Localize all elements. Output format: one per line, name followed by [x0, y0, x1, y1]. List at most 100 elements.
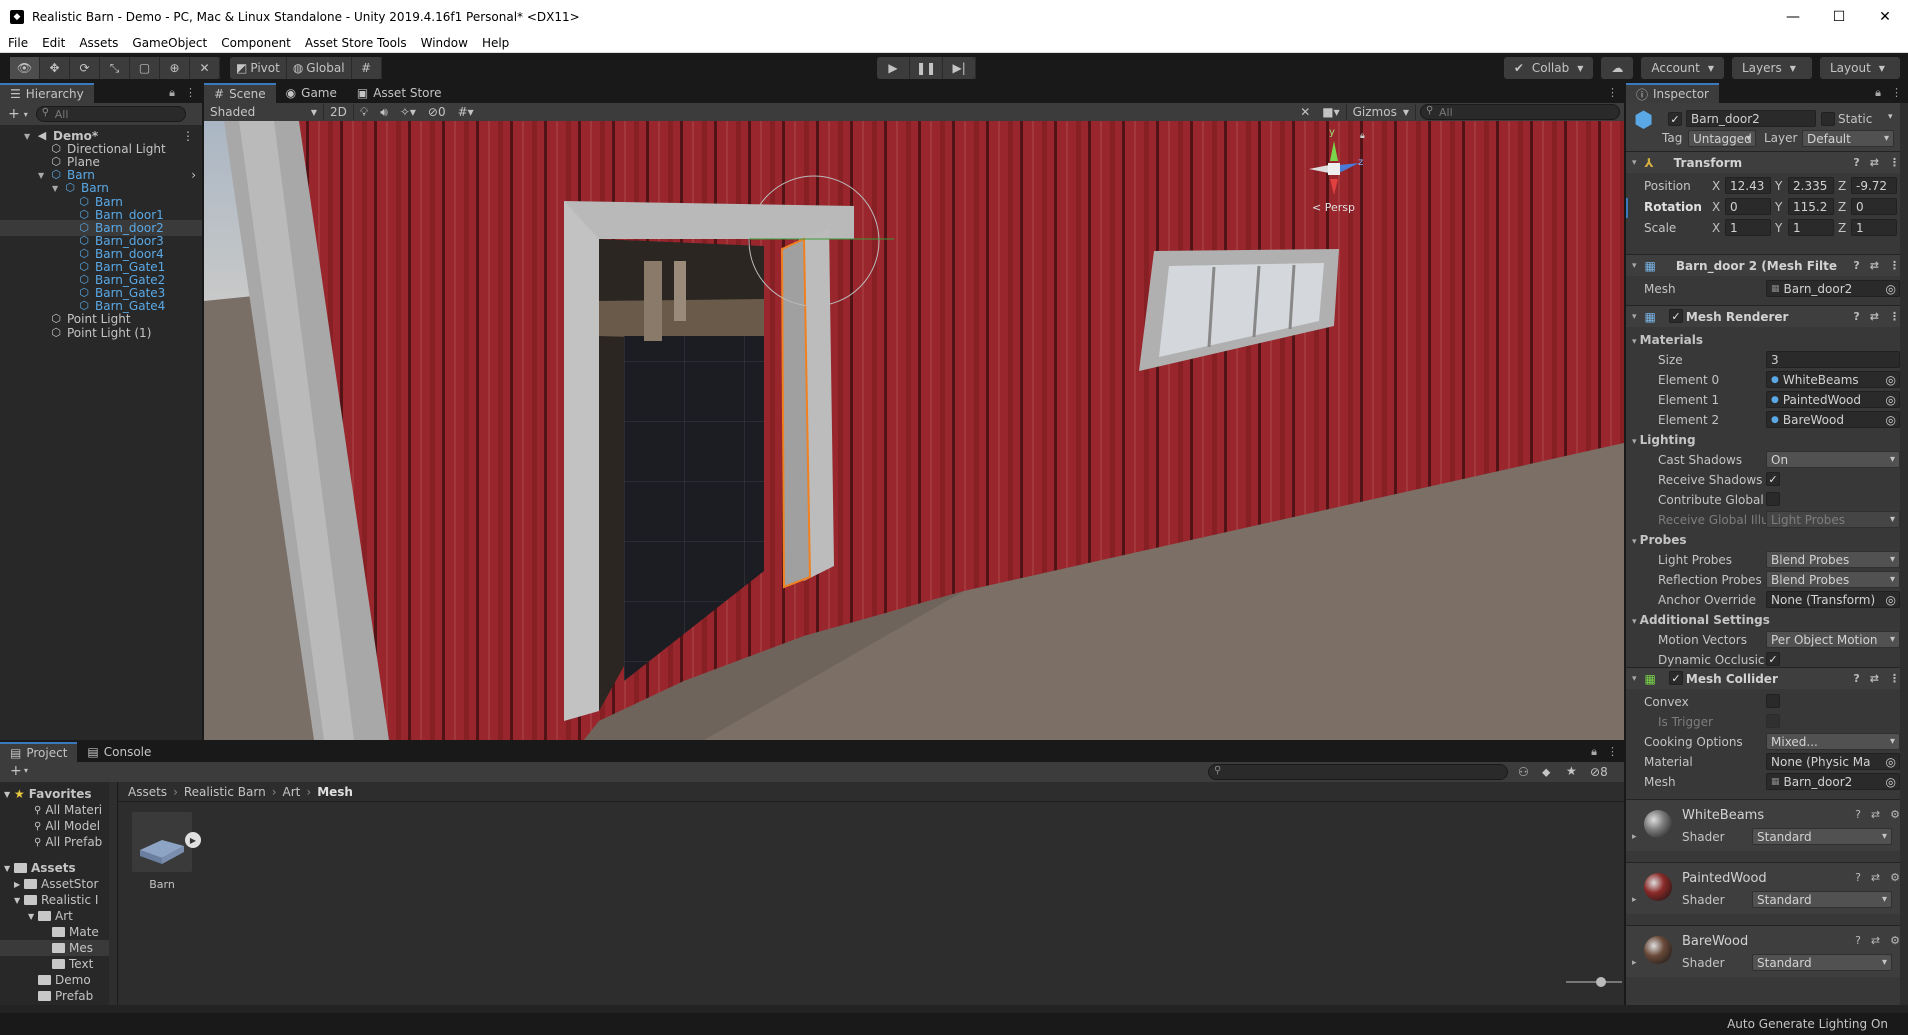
project-folder-item[interactable]: Prefab — [0, 988, 117, 1004]
menu-gameobject[interactable]: GameObject — [132, 36, 207, 50]
project-folder-item[interactable]: ▶ AssetStor — [0, 876, 117, 892]
project-folder-item[interactable]: Mate — [0, 924, 117, 940]
kebab-menu-icon[interactable]: ⋮ — [1607, 86, 1618, 99]
tree-scrollbar[interactable] — [109, 782, 117, 1005]
tab-hierarchy[interactable]: ☰ Hierarchy — [0, 83, 94, 103]
target-icon[interactable]: ◎ — [1885, 372, 1896, 387]
section-materials[interactable]: Materials — [1632, 333, 1703, 347]
kebab-menu-icon[interactable]: ⋮ — [185, 86, 196, 100]
tab-asset-store[interactable]: ▣ Asset Store — [347, 83, 452, 103]
rect-tool-icon[interactable]: ▢ — [130, 57, 160, 79]
position-y-field[interactable]: 2.335 — [1788, 177, 1834, 194]
favorites-header[interactable]: ▼ ★ Favorites — [0, 786, 117, 802]
expand-arrow-icon[interactable]: ▼ — [38, 171, 50, 180]
material-preview-row[interactable]: ▸ PaintedWood? ⇄ ⚙ Shader Standard — [1626, 862, 1908, 914]
minimize-button[interactable]: — — [1770, 0, 1816, 33]
menu-assets[interactable]: Assets — [79, 36, 118, 50]
target-icon[interactable]: ◎ — [1885, 592, 1896, 607]
kebab-menu-icon[interactable]: ⋮ — [1891, 86, 1902, 100]
hand-tool-eye-icon[interactable]: 👁 — [10, 57, 40, 79]
preset-icon[interactable]: ⇄ — [1870, 310, 1879, 323]
scale-x-field[interactable]: 1 — [1725, 219, 1771, 236]
custom-tool-icon[interactable]: ✕ — [190, 57, 220, 79]
gear-icon[interactable]: ⚙ — [1890, 934, 1900, 947]
breadcrumb-mesh[interactable]: Mesh — [317, 785, 353, 799]
section-additional[interactable]: Additional Settings — [1632, 613, 1770, 627]
target-icon[interactable]: ◎ — [1886, 282, 1896, 296]
menu-help[interactable]: Help — [482, 36, 509, 50]
filter-type-icon[interactable]: ⚇ — [1518, 765, 1529, 779]
hidden-packages-icon[interactable]: ⊘8 — [1590, 765, 1608, 779]
layers-button[interactable]: Layers ▼ — [1732, 57, 1812, 79]
tab-inspector[interactable]: ⓘ Inspector — [1626, 83, 1719, 103]
dynamic-occlusion-checkbox[interactable]: ✓ — [1766, 652, 1780, 666]
material-preview-row[interactable]: ▸ WhiteBeams? ⇄ ⚙ Shader Standard — [1626, 799, 1908, 851]
lighting-toggle-icon[interactable]: 💡︎ — [354, 104, 374, 120]
help-icon[interactable]: ? — [1853, 672, 1859, 685]
menu-file[interactable]: File — [8, 36, 28, 50]
expand-arrow-icon[interactable]: ▼ — [4, 790, 14, 799]
gear-icon[interactable]: ⚙ — [1890, 808, 1900, 821]
transform-header[interactable]: ▾ ⅄ Transform ? ⇄ ⋮ — [1626, 151, 1908, 173]
inspector-scrollbar[interactable] — [1900, 103, 1908, 1005]
scene-search-input[interactable]: All — [1420, 104, 1620, 120]
rotation-z-axis-label[interactable]: Z — [1838, 200, 1846, 214]
project-folder-item[interactable]: Demo — [0, 972, 117, 988]
materials-size-field[interactable]: 3 — [1766, 351, 1900, 368]
target-icon[interactable]: ◎ — [1885, 754, 1896, 769]
add-button[interactable]: + — [8, 106, 20, 122]
pivot-button[interactable]: ◩ Pivot — [230, 57, 287, 79]
status-text[interactable]: Auto Generate Lighting On — [1727, 1017, 1888, 1031]
mesh-renderer-enabled-checkbox[interactable]: ✓ — [1669, 309, 1683, 323]
grid-snap-button[interactable]: # — [352, 57, 382, 79]
add-button[interactable]: + — [10, 763, 22, 779]
help-icon[interactable]: ? — [1855, 871, 1861, 884]
play-button[interactable]: ▶ — [877, 57, 910, 79]
kebab-menu-icon[interactable]: ⋮ — [1607, 745, 1618, 759]
collab-button[interactable]: ✔ Collab ▼ — [1503, 57, 1594, 79]
light-probes-dropdown[interactable]: Blend Probes — [1766, 551, 1900, 568]
persp-label[interactable]: < Persp — [1312, 201, 1355, 214]
tab-game[interactable]: ◉ Game — [276, 83, 347, 103]
menu-window[interactable]: Window — [421, 36, 468, 50]
position-y-axis-label[interactable]: Y — [1775, 179, 1782, 193]
menu-component[interactable]: Component — [221, 36, 291, 50]
contribute-global-checkbox[interactable] — [1766, 492, 1780, 506]
cast-shadows-dropdown[interactable]: On — [1766, 451, 1900, 468]
tab-project[interactable]: ▤ Project — [0, 742, 78, 762]
menu-asset-store-tools[interactable]: Asset Store Tools — [305, 36, 407, 50]
scale-tool-icon[interactable]: ⤡ — [100, 57, 130, 79]
chevron-right-icon[interactable]: ▸ — [1632, 895, 1637, 905]
menu-edit[interactable]: Edit — [42, 36, 65, 50]
cooking-options-dropdown[interactable]: Mixed... — [1766, 733, 1900, 750]
tab-console[interactable]: ▤ Console — [77, 742, 161, 762]
scale-z-field[interactable]: 1 — [1851, 219, 1897, 236]
preset-icon[interactable]: ⇄ — [1871, 871, 1880, 884]
target-icon[interactable]: ◎ — [1886, 775, 1896, 789]
preset-icon[interactable]: ⇄ — [1870, 672, 1879, 685]
assets-header[interactable]: ▼ Assets — [0, 860, 117, 876]
help-icon[interactable]: ? — [1855, 808, 1861, 821]
reflection-probes-dropdown[interactable]: Blend Probes — [1766, 571, 1900, 588]
rotation-x-field[interactable]: 0 — [1725, 198, 1771, 215]
grid-toggle-icon[interactable]: #▾ — [452, 104, 480, 120]
mesh-renderer-header[interactable]: ▾ ▦ ✓ Mesh Renderer ? ⇄ ⋮ — [1626, 305, 1908, 327]
chevron-right-icon[interactable]: ▸ — [1632, 832, 1637, 842]
mode-2d-button[interactable]: 2D — [324, 104, 354, 120]
material-element-field[interactable]: ● BareWood ◎ — [1766, 411, 1900, 428]
hidden-objects-toggle[interactable]: ⊘ 0 — [422, 104, 452, 120]
help-icon[interactable]: ? — [1853, 259, 1859, 272]
favorite-search-item[interactable]: ⚲ All Materi — [0, 802, 117, 818]
tools-icon[interactable]: ✕ — [1294, 104, 1316, 120]
gear-icon[interactable]: ⚙ — [1890, 871, 1900, 884]
scene-viewport[interactable]: < Persp y z 🔒︎ — [204, 121, 1624, 740]
shader-dropdown[interactable]: Standard — [1752, 891, 1892, 908]
rotation-x-axis-label[interactable]: X — [1712, 200, 1720, 214]
filter-label-icon[interactable]: ⬥ — [1542, 765, 1550, 780]
lock-icon[interactable]: 🔒︎ — [169, 86, 175, 100]
chevron-right-icon[interactable]: ▸ — [1632, 958, 1637, 968]
object-name-field[interactable]: Barn_door2 — [1686, 110, 1816, 127]
mesh-collider-enabled-checkbox[interactable]: ✓ — [1669, 671, 1683, 685]
rotation-z-field[interactable]: 0 — [1851, 198, 1897, 215]
expand-arrow-icon[interactable]: ▼ — [24, 132, 36, 141]
